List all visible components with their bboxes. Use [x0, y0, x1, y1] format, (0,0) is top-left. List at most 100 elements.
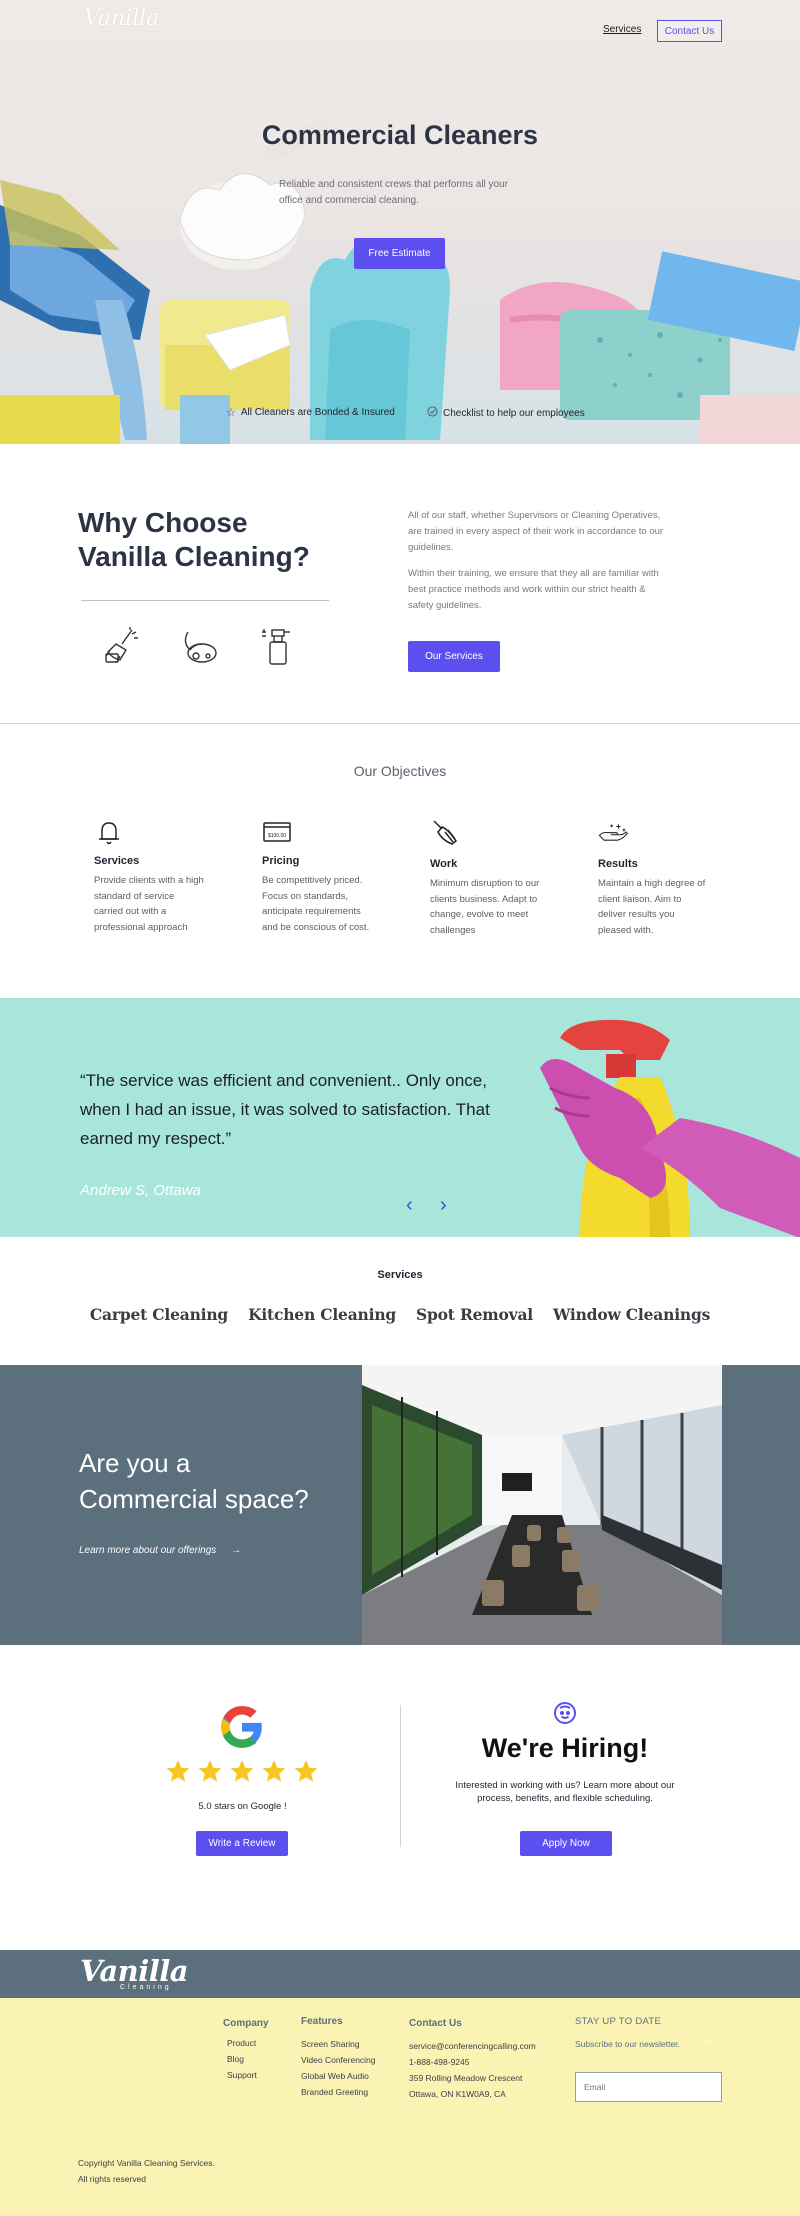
- footer-contact-phone[interactable]: 1-888-498-9245: [409, 2057, 536, 2067]
- footer-column-heading: Contact Us: [409, 2018, 462, 2029]
- objective-title: Results: [598, 858, 638, 870]
- hero-section: Vanilla Services Contact Us Commercial C…: [0, 0, 800, 444]
- reviews-hiring-section: 5.0 stars on Google ! Write a Review We'…: [0, 1645, 800, 1950]
- footer-column-heading: Features: [301, 2016, 343, 2027]
- duster-icon: [433, 820, 458, 845]
- vacuum-icon: [184, 631, 217, 663]
- footer-link[interactable]: Screen Sharing: [301, 2039, 376, 2049]
- conference-room-image: [362, 1365, 722, 1645]
- why-choose-section: Why Choose Vanilla Cleaning? All of our …: [0, 444, 800, 724]
- footer: Company Product Blog Support Features Sc…: [0, 1998, 800, 2216]
- hero-background-illustration: [0, 119, 800, 444]
- footer-features-column: Features Screen Sharing Video Conferenci…: [301, 2016, 376, 2097]
- star-outline-icon: ☆: [226, 407, 236, 419]
- why-paragraph-1: All of our staff, whether Supervisors or…: [408, 510, 664, 553]
- why-title-line1: Why Choose: [78, 507, 248, 538]
- services-label: Services: [377, 1269, 423, 1281]
- brand-logo[interactable]: Vanilla: [84, 6, 159, 31]
- carousel-next-arrow-icon[interactable]: ›: [440, 1194, 447, 1217]
- objective-services: Services Provide clients with a high sta…: [94, 817, 204, 935]
- commercial-heading: Are you a Commercial space?: [79, 1445, 309, 1517]
- testimonial-quote: “The service was efficient and convenien…: [80, 1071, 490, 1148]
- why-title-line2: Vanilla Cleaning?: [78, 541, 310, 572]
- why-divider: [81, 600, 329, 601]
- copyright: Copyright Vanilla Cleaning Services. All…: [78, 2155, 215, 2187]
- google-rating-text: 5.0 stars on Google !: [198, 1801, 287, 1812]
- service-item[interactable]: Spot Removal: [416, 1305, 533, 1324]
- footer-contact-address: 359 Rolling Meadow Crescent: [409, 2073, 523, 2083]
- our-services-button[interactable]: Our Services: [408, 641, 500, 672]
- carousel-prev-arrow-icon[interactable]: ‹: [406, 1194, 413, 1217]
- why-icons: [102, 626, 298, 666]
- free-estimate-button[interactable]: Free Estimate: [354, 238, 445, 269]
- copyright-line1: Copyright Vanilla Cleaning Services.: [78, 2158, 215, 2168]
- objective-desc: Maintain a high degree of client liaison…: [598, 878, 706, 936]
- money-bill-amount: $100.00: [268, 833, 286, 839]
- footer-link[interactable]: Video Conferencing: [301, 2055, 376, 2065]
- objective-title: Work: [430, 858, 458, 870]
- newsletter-submit-arrow-icon[interactable]: →: [700, 2031, 714, 2047]
- arrow-right-icon: →: [231, 1545, 242, 1556]
- footer-column-heading: Company: [223, 2018, 269, 2029]
- bell-icon: [99, 822, 119, 845]
- objective-desc: Provide clients with a high standard of …: [94, 875, 204, 933]
- hiring-title: We're Hiring!: [481, 1733, 649, 1763]
- spray-bottle-icon: [262, 629, 290, 665]
- spray-bottle-glove-image: [540, 1019, 800, 1237]
- footer-logo[interactable]: Vanilla: [80, 1954, 189, 1988]
- learn-more-link[interactable]: Learn more about our offerings →: [79, 1545, 241, 1556]
- sparkling-hand-icon: [598, 824, 628, 841]
- hero-title: Commercial Cleaners: [261, 120, 539, 150]
- objectives-section: Our Objectives Services Provide clients …: [0, 725, 800, 998]
- why-title: Why Choose Vanilla Cleaning?: [78, 506, 310, 574]
- service-item[interactable]: Carpet Cleaning: [90, 1305, 228, 1324]
- services-list: Carpet Cleaning Kitchen Cleaning Spot Re…: [0, 1305, 800, 1324]
- why-paragraph-2: Within their training, we ensure that th…: [408, 568, 659, 611]
- objective-desc: Minimum disruption to our clients busine…: [430, 878, 540, 936]
- newsletter-text: Subscribe to our newsletter.: [575, 2039, 680, 2049]
- footer-contact-email[interactable]: service@conferencingcalling.com: [409, 2041, 536, 2051]
- star-icon: [230, 1760, 254, 1782]
- commercial-space-section: Are you a Commercial space? Learn more a…: [0, 1365, 800, 1645]
- contact-us-button[interactable]: Contact Us: [657, 20, 722, 42]
- newsletter-email-input[interactable]: [575, 2072, 722, 2102]
- hiring-text: Interested in working with us? Learn mor…: [455, 1780, 675, 1804]
- star-icon: [294, 1760, 318, 1782]
- objective-title: Pricing: [262, 855, 300, 867]
- apply-now-button[interactable]: Apply Now: [520, 1831, 612, 1856]
- footer-contact-column: Contact Us service@conferencingcalling.c…: [409, 2018, 536, 2099]
- nav-services-link[interactable]: Services: [603, 24, 641, 35]
- money-bill-icon: $100.00: [263, 822, 291, 842]
- commercial-heading-line1: Are you a: [79, 1448, 191, 1478]
- feature-bonded: ☆ All Cleaners are Bonded & Insured: [226, 406, 395, 419]
- footer-logo-bar: Vanilla Cleaning: [0, 1950, 800, 1998]
- feature-bonded-label: All Cleaners are Bonded & Insured: [240, 407, 395, 418]
- section-divider: [400, 1705, 401, 1847]
- check-circle-icon: [427, 406, 438, 420]
- commercial-heading-line2: Commercial space?: [79, 1484, 309, 1514]
- services-section: Services Carpet Cleaning Kitchen Cleanin…: [0, 1237, 800, 1365]
- footer-link[interactable]: Product: [227, 2038, 269, 2048]
- write-review-button[interactable]: Write a Review: [196, 1831, 288, 1856]
- objective-work: Work Minimum disruption to our clients b…: [430, 817, 540, 938]
- service-item[interactable]: Kitchen Cleaning: [248, 1305, 396, 1324]
- smiley-face-icon: [554, 1702, 576, 1724]
- hero-subtitle: Reliable and consistent crews that perfo…: [279, 179, 508, 206]
- footer-company-column: Company Product Blog Support: [223, 2018, 269, 2080]
- copyright-line2: All rights reserved: [78, 2174, 147, 2184]
- service-item[interactable]: Window Cleanings: [553, 1305, 710, 1324]
- objective-pricing: $100.00 Pricing Be competitively priced.…: [262, 817, 372, 935]
- objective-desc: Be competitively priced. Focus on standa…: [262, 875, 370, 933]
- feature-checklist: Checklist to help our employees: [427, 406, 585, 420]
- footer-link[interactable]: Global Web Audio: [301, 2071, 376, 2081]
- testimonial-section: “The service was efficient and convenien…: [0, 998, 800, 1237]
- footer-link[interactable]: Blog: [227, 2054, 269, 2064]
- google-logo-icon: [221, 1706, 263, 1748]
- objective-results: Results Maintain a high degree of client…: [598, 817, 708, 938]
- star-icon: [198, 1760, 222, 1782]
- objective-title: Services: [94, 855, 140, 867]
- footer-link[interactable]: Branded Greeting: [301, 2087, 376, 2097]
- footer-link[interactable]: Support: [227, 2070, 269, 2080]
- star-icon: [166, 1760, 190, 1782]
- footer-contact-city: Ottawa, ON K1W0A9, CA: [409, 2089, 506, 2099]
